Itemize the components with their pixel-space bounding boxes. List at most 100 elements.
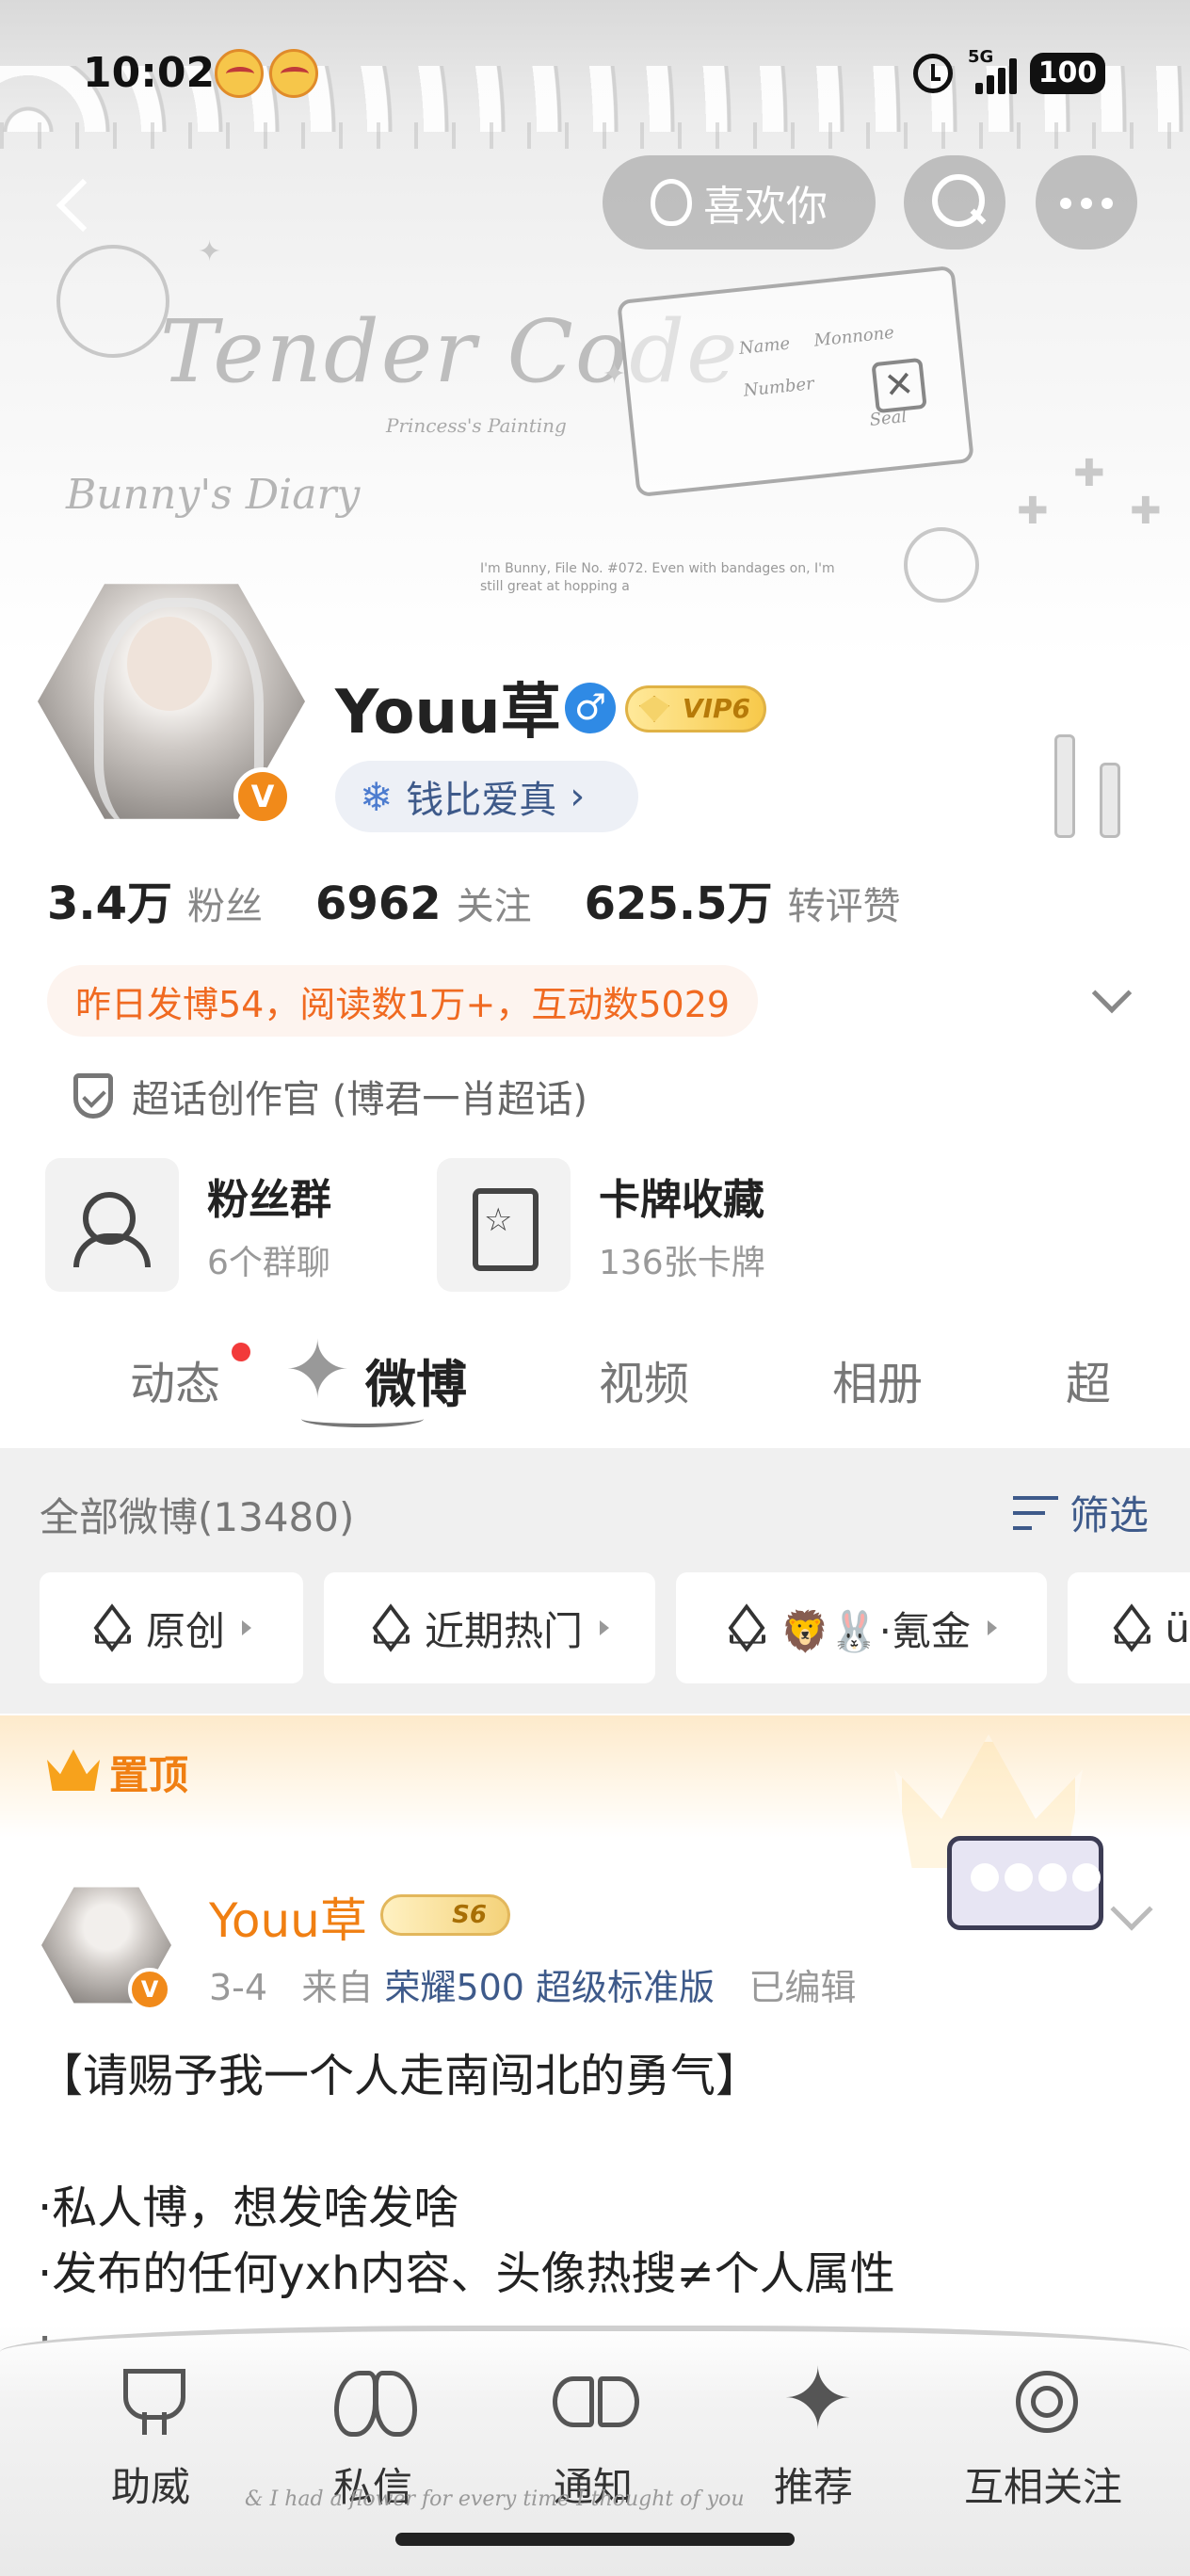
level-badge[interactable]: S6 bbox=[380, 1894, 510, 1936]
super-topic-label: 超话创作官 (博君一肖超话) bbox=[132, 1078, 587, 1121]
chip-original[interactable]: 原创 bbox=[40, 1572, 303, 1683]
ticket-decoration: Name Monnone Number Seal ✕ bbox=[617, 265, 974, 498]
post-body[interactable]: 【请赐予我一个人走南闯北的勇气】 ·私人博，想发啥发啥 ·发布的任何yxh内容、… bbox=[38, 2043, 1149, 2373]
filter-label: 筛选 bbox=[1069, 1492, 1149, 1538]
nav-recommend[interactable]: 推荐 bbox=[719, 2350, 908, 2513]
triangle-right-icon bbox=[242, 1620, 251, 1635]
pinned-banner: 置顶 bbox=[0, 1715, 1190, 1876]
triangle-right-icon bbox=[600, 1620, 609, 1635]
layers-icon bbox=[1111, 1609, 1148, 1647]
engagement-label[interactable]: 转评赞 bbox=[787, 876, 900, 930]
sparkle-icon: ✚ bbox=[1130, 490, 1162, 533]
fan-club-button[interactable]: ❄ 钱比爱真 › bbox=[335, 761, 638, 832]
ticket-number-label: Number bbox=[742, 374, 815, 401]
banner-subtitle: Bunny's Diary bbox=[66, 471, 361, 519]
star-icon bbox=[279, 1324, 358, 1416]
sparkle-icon: ✦ bbox=[198, 235, 222, 268]
shield-icon bbox=[73, 1073, 113, 1119]
post-device[interactable]: 荣耀500 超级标准版 bbox=[384, 1967, 715, 2008]
profile-page: Tender Code Princess's Painting Bunny's … bbox=[0, 0, 1190, 2576]
post-author[interactable]: Youu草 bbox=[209, 1883, 367, 1951]
candle-decoration bbox=[1100, 763, 1120, 838]
post-date: 3-4 bbox=[209, 1967, 268, 2008]
bow-icon bbox=[553, 2363, 639, 2439]
triangle-right-icon bbox=[987, 1620, 997, 1635]
sparkle-icon: ✚ bbox=[1073, 452, 1105, 495]
group-icon bbox=[45, 1158, 179, 1292]
card-title: 粉丝群 bbox=[207, 1176, 331, 1224]
post-edited[interactable]: 已编辑 bbox=[748, 1967, 856, 2008]
bottom-cursive-text: & I had a flower for every time I though… bbox=[245, 2487, 745, 2511]
tab-super[interactable]: 超 bbox=[1066, 1346, 1111, 1412]
chevron-down-icon[interactable] bbox=[1110, 1888, 1153, 1931]
post-meta: 3-4 来自 荣耀500 超级标准版 已编辑 bbox=[209, 1958, 856, 2010]
chip-more[interactable]: ü bbox=[1068, 1572, 1190, 1683]
snowflake-icon: ❄ bbox=[360, 773, 394, 820]
sparkle-icon: ✚ bbox=[1017, 490, 1049, 533]
filter-button[interactable]: 筛选 bbox=[1012, 1484, 1149, 1541]
all-posts-count: 全部微博(13480) bbox=[40, 1494, 355, 1540]
chip-label: 原创 bbox=[145, 1607, 225, 1654]
following-label[interactable]: 关注 bbox=[457, 876, 532, 930]
card-collection-card[interactable]: 卡牌收藏 136张卡牌 bbox=[437, 1158, 765, 1292]
card-subtitle: 6个群聊 bbox=[207, 1244, 330, 1282]
followers-count[interactable]: 3.4万 bbox=[47, 866, 172, 932]
verified-badge-icon: V bbox=[233, 767, 292, 826]
male-gender-icon: ♂ bbox=[565, 683, 616, 733]
chip-label: 近期热门 bbox=[424, 1607, 583, 1654]
layers-icon bbox=[726, 1609, 764, 1647]
card-sticker-icon[interactable] bbox=[947, 1836, 1103, 1930]
nav-label: 助威 bbox=[110, 2464, 190, 2510]
candle-decoration bbox=[1054, 734, 1075, 838]
nav-cheer[interactable]: 助威 bbox=[56, 2363, 245, 2513]
search-icon[interactable] bbox=[904, 155, 1005, 250]
engagement-count[interactable]: 625.5万 bbox=[585, 866, 773, 932]
super-topic-row[interactable]: 超话创作官 (博君一肖超话) bbox=[73, 1069, 587, 1123]
rose-icon bbox=[1003, 2363, 1084, 2439]
tab-weibo[interactable]: 微博 bbox=[365, 1343, 467, 1417]
card-subtitle: 136张卡牌 bbox=[599, 1244, 765, 1282]
ticket-signature: Monnone bbox=[812, 322, 895, 351]
ticket-name-label: Name bbox=[737, 333, 792, 360]
following-count[interactable]: 6962 bbox=[315, 877, 442, 930]
feed-filter-section: 全部微博(13480) 筛选 原创 近期热门 🦁🐰·氪金 ü bbox=[0, 1448, 1190, 1714]
unread-dot bbox=[232, 1343, 250, 1361]
lily-decoration bbox=[904, 527, 979, 603]
pinned-label: 置顶 bbox=[109, 1752, 189, 1798]
profile-tabs: 动态 微博 视频 相册 超 bbox=[0, 1309, 1190, 1441]
chip-krypton[interactable]: 🦁🐰·氪金 bbox=[676, 1572, 1047, 1683]
notification-emoji-icon bbox=[269, 49, 318, 98]
crown-icon bbox=[47, 1749, 100, 1791]
like-you-label: 喜欢你 bbox=[703, 183, 828, 231]
status-indicators: 5G 100 bbox=[913, 47, 1105, 94]
home-indicator[interactable] bbox=[395, 2533, 795, 2546]
vip-badge[interactable]: VIP6 bbox=[625, 685, 766, 733]
rabbit-decoration bbox=[56, 245, 169, 358]
activity-summary[interactable]: 昨日发博54，阅读数1万+，互动数5029 bbox=[47, 965, 759, 1037]
network-label: 5G bbox=[968, 47, 994, 67]
chevron-right-icon: › bbox=[570, 775, 586, 818]
chevron-down-icon[interactable] bbox=[1091, 973, 1133, 1014]
profile-name: Youu草 bbox=[335, 678, 561, 748]
chip-label: 🦁🐰·氪金 bbox=[780, 1607, 971, 1654]
fan-club-label: 钱比爱真 bbox=[406, 779, 557, 822]
bunny-icon bbox=[651, 179, 692, 226]
layers-icon bbox=[370, 1609, 408, 1647]
nav-mutual-follow[interactable]: 互相关注 bbox=[940, 2363, 1147, 2513]
layers-icon bbox=[91, 1609, 129, 1647]
back-icon[interactable] bbox=[45, 169, 102, 245]
sparkle-star-icon bbox=[773, 2350, 854, 2449]
tab-album[interactable]: 相册 bbox=[832, 1346, 923, 1412]
card-icon bbox=[437, 1158, 571, 1292]
battery-indicator: 100 bbox=[1030, 53, 1105, 94]
lace-trim bbox=[0, 122, 1190, 149]
chip-label: ü bbox=[1165, 1604, 1190, 1651]
followers-label[interactable]: 粉丝 bbox=[187, 876, 263, 930]
more-icon[interactable] bbox=[1036, 155, 1137, 250]
fan-group-card[interactable]: 粉丝群 6个群聊 bbox=[45, 1158, 331, 1292]
tab-underline-decoration bbox=[301, 1410, 424, 1427]
like-you-button[interactable]: 喜欢你 bbox=[603, 155, 876, 250]
tab-video[interactable]: 视频 bbox=[599, 1346, 689, 1412]
tab-dynamic[interactable]: 动态 bbox=[130, 1346, 220, 1412]
chip-recent-hot[interactable]: 近期热门 bbox=[324, 1572, 655, 1683]
